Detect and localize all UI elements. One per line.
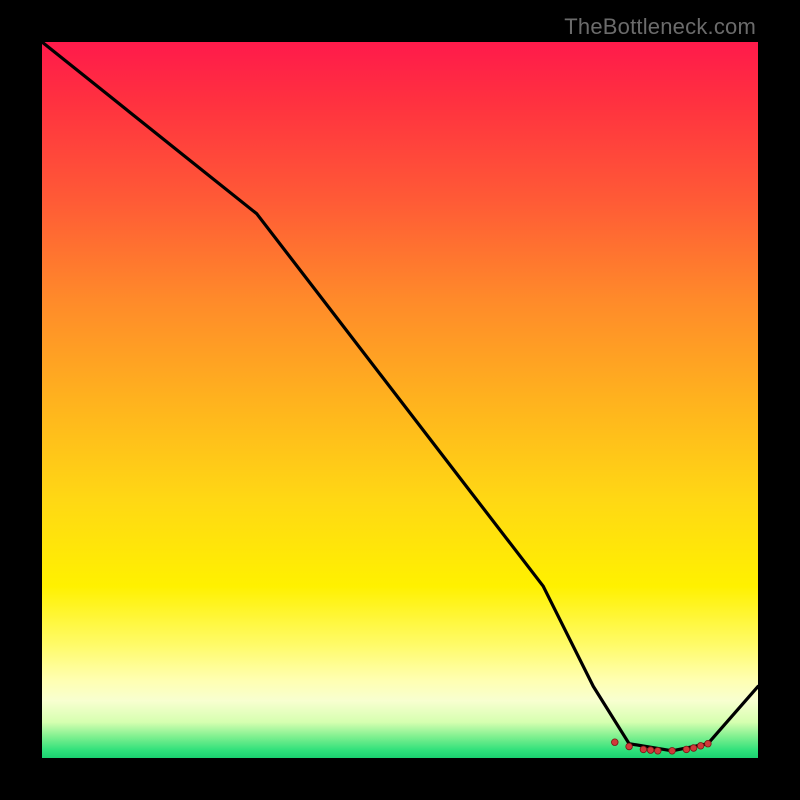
plateau-marker [647,747,654,754]
plateau-marker [697,743,704,750]
plateau-marker [683,746,690,753]
line-layer [42,42,758,758]
plateau-marker [612,739,619,746]
plateau-marker [669,748,676,755]
plateau-marker [690,745,697,752]
watermark-text: TheBottleneck.com [564,14,756,40]
plateau-marker [626,743,633,750]
plateau-marker [705,740,712,747]
plot-area [42,42,758,758]
data-curve [42,42,758,751]
plateau-marker [640,746,647,753]
chart-frame: TheBottleneck.com [0,0,800,800]
plateau-marker [655,748,662,755]
